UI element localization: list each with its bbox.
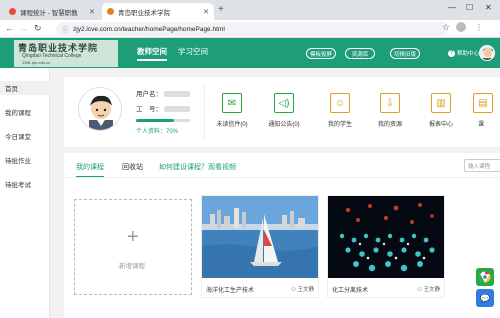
resource-library-button[interactable]: 资源库 xyxy=(345,48,375,59)
chrome-icon xyxy=(479,271,491,283)
course-teacher: ⚇ 王文静 xyxy=(291,285,314,293)
close-tab-icon[interactable]: ✕ xyxy=(89,8,95,16)
quick-link-notices[interactable]: ◁) 通知公告(0) xyxy=(260,93,308,128)
quick-link-label: 未读信件(0) xyxy=(216,122,248,128)
course-teacher-name: 王文静 xyxy=(423,287,440,293)
course-cover-sailing xyxy=(202,196,318,278)
username-row: 用户名： xyxy=(136,88,190,98)
chat-icon: 💬 xyxy=(480,293,490,303)
mail-icon: ✉ xyxy=(222,93,242,113)
close-window-icon[interactable]: ✕ xyxy=(485,3,492,12)
url-input[interactable]: ⓘ zjy2.icve.com.cn/teacher/homePage/home… xyxy=(56,22,448,36)
sidebar-item-pending-exams[interactable]: 待批考试 xyxy=(0,177,50,191)
course-card[interactable]: 化工分离技术 ⚇ 王文静 xyxy=(327,195,445,298)
quick-link-label: 通知公告(0) xyxy=(268,122,300,128)
nav-learning-space[interactable]: 学习空间 xyxy=(178,46,208,57)
course-name: 海洋化工生产技术 xyxy=(206,288,255,294)
help-center-label: 帮助中心 xyxy=(457,51,480,57)
profile-completeness-fill xyxy=(136,119,174,122)
course-search-input[interactable]: 输入课程 xyxy=(464,159,500,172)
quick-link-report-center[interactable]: ▥ 报表中心 xyxy=(417,93,465,128)
tab-title: 课程统计 - 智慧职教 xyxy=(20,9,78,17)
plus-icon: + xyxy=(127,226,139,248)
courses-panel: 我的课程 回收站 如何建设课程？观看视频 输入课程 + 新增课程 海洋化工生产技… xyxy=(64,153,500,318)
course-card[interactable]: 海洋化工生产技术 ⚇ 王文静 xyxy=(201,195,319,298)
close-tab-icon[interactable]: ✕ xyxy=(203,8,209,16)
tab-recycle-bin[interactable]: 回收站 xyxy=(122,162,143,172)
forward-icon[interactable]: → xyxy=(19,23,28,33)
quick-link-label: 报表中心 xyxy=(428,122,453,128)
new-tab-icon[interactable]: + xyxy=(218,4,224,15)
minimize-icon[interactable]: — xyxy=(448,3,456,12)
quick-link-label: 我的资源 xyxy=(377,122,402,128)
reload-icon[interactable]: ↻ xyxy=(34,23,42,34)
url-text: zjy2.icve.com.cn/teacher/homePage/homePa… xyxy=(73,25,225,33)
profile-avatar[interactable] xyxy=(78,87,122,131)
job-id-redacted xyxy=(164,106,190,113)
username-label: 用户名： xyxy=(136,91,162,98)
profile-completeness-label[interactable]: 个人资料：70% xyxy=(136,126,178,135)
nav-teacher-space[interactable]: 教师空间 xyxy=(137,46,167,61)
person-icon: ⚇ xyxy=(417,287,422,293)
help-icon: ? xyxy=(448,49,455,57)
browser-tab-college[interactable]: 青岛职业技术学院 ✕ xyxy=(102,3,214,20)
job-id-label: 工 号： xyxy=(136,106,162,113)
chrome-extension-button[interactable] xyxy=(476,268,494,286)
job-id-row: 工 号： xyxy=(136,103,190,113)
quick-link-my-resources[interactable]: ⇩ 我的资源 xyxy=(366,93,414,128)
sidebar-item-my-courses[interactable]: 我的课程 xyxy=(0,105,50,119)
back-icon[interactable]: ← xyxy=(5,23,14,33)
profile-completeness-bar xyxy=(136,119,190,122)
student-icon: ☺ xyxy=(330,93,350,113)
quick-link-unread-mail[interactable]: ✉ 未读信件(0) xyxy=(208,93,256,128)
quick-link-my-students[interactable]: ☺ 我的学生 xyxy=(316,93,364,128)
user-avatar[interactable] xyxy=(479,45,495,61)
menu-icon[interactable]: ⋮ xyxy=(475,23,483,32)
sidebar: 首页 我的课程 今日课堂 待批作业 待批考试 xyxy=(0,68,50,318)
profile-icon[interactable] xyxy=(456,22,466,32)
course-teacher-name: 王文静 xyxy=(297,287,314,293)
tab-my-courses[interactable]: 我的课程 xyxy=(76,162,104,178)
maximize-icon[interactable]: ☐ xyxy=(466,3,473,12)
course-icon: ▤ xyxy=(473,93,493,113)
course-name: 化工分离技术 xyxy=(332,288,369,294)
quick-link-label: 课 xyxy=(478,122,485,128)
switch-old-version-button[interactable]: 切换旧版 xyxy=(390,48,420,59)
course-teacher: ⚇ 王文静 xyxy=(417,285,440,293)
divider xyxy=(64,177,500,178)
add-course-label: 新增课程 xyxy=(119,263,145,270)
quick-link-course[interactable]: ▤ 课 xyxy=(468,93,498,128)
divider xyxy=(204,85,205,139)
how-to-build-course-link[interactable]: 如何建设课程？观看视频 xyxy=(159,162,236,172)
chat-button[interactable]: 💬 xyxy=(476,289,494,307)
browser-tab-course-stats[interactable]: 课程统计 - 智慧职教 ✕ xyxy=(4,3,100,20)
resource-icon: ⇩ xyxy=(380,93,400,113)
person-icon: ⚇ xyxy=(291,287,296,293)
tab-title: 青岛职业技术学院 xyxy=(118,9,170,17)
help-center-link[interactable]: ? 帮助中心 xyxy=(448,49,479,57)
template-cast-button[interactable]: 模板投屏 xyxy=(306,48,336,59)
quick-link-label: 我的学生 xyxy=(327,122,352,128)
browser-tab-bar: 课程统计 - 智慧职教 ✕ 青岛职业技术学院 ✕ + — ☐ ✕ xyxy=(0,0,500,20)
logo-year: 1951 qtc.edu.cn xyxy=(22,60,51,65)
course-search-placeholder: 输入课程 xyxy=(468,163,491,170)
profile-card: 用户名： 工 号： 个人资料：70% ✉ 未读信件(0) ◁) 通知公告(0) … xyxy=(64,77,500,147)
sidebar-item-home[interactable]: 首页 xyxy=(0,81,50,95)
site-header: 青岛职业技术学院 Qingdao Technical College 1951 … xyxy=(0,38,500,68)
username-redacted xyxy=(164,91,190,98)
sidebar-item-pending-homework[interactable]: 待批作业 xyxy=(0,153,50,167)
favicon-icon xyxy=(9,8,16,15)
sidebar-item-today-class[interactable]: 今日课堂 xyxy=(0,129,50,143)
star-icon[interactable]: ☆ xyxy=(442,22,450,33)
add-course-card[interactable]: + 新增课程 xyxy=(74,199,192,295)
logo-english-name: Qingdao Technical College xyxy=(22,53,82,59)
info-icon[interactable]: ⓘ xyxy=(62,25,68,34)
college-logo[interactable]: 青岛职业技术学院 Qingdao Technical College 1951 … xyxy=(14,40,118,67)
address-bar: ← → ↻ ⓘ zjy2.icve.com.cn/teacher/homePag… xyxy=(0,20,500,38)
report-icon: ▥ xyxy=(431,93,451,113)
favicon-icon xyxy=(107,8,114,15)
speaker-icon: ◁) xyxy=(274,93,294,113)
course-cover-molecules xyxy=(328,196,444,278)
